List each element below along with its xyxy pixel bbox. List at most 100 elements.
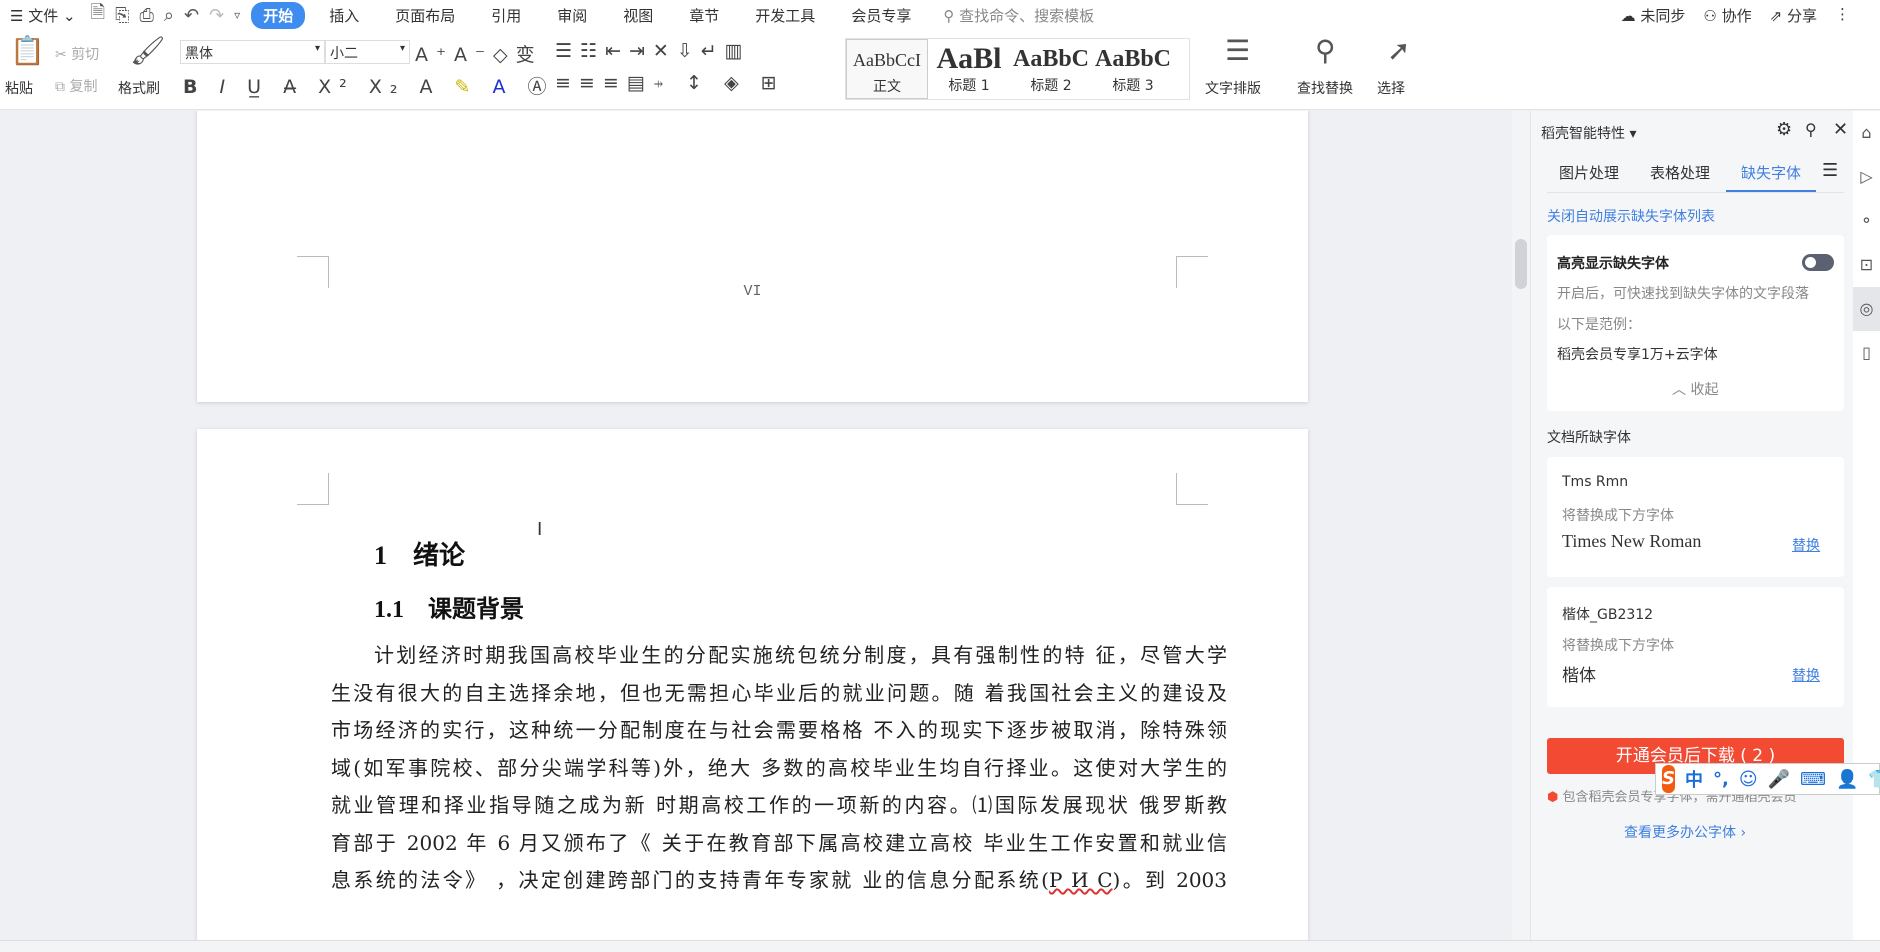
user-icon[interactable]: 👤	[1836, 769, 1858, 790]
undo-icon[interactable]: ↶	[184, 5, 199, 26]
tab-review[interactable]: 审阅	[545, 2, 599, 29]
style-heading-3[interactable]: AaBbC 标题 3	[1092, 39, 1174, 99]
ime-toolbar[interactable]: S 中 °, ☺ 🎤 ⌨ 👤 👕	[1655, 763, 1880, 795]
paste-icon[interactable]: 📋	[10, 34, 45, 67]
replace-button[interactable]: 替换	[1792, 665, 1820, 685]
tab-table[interactable]: 表格处理	[1650, 162, 1710, 183]
sogou-logo-icon: S	[1662, 765, 1675, 793]
print-icon[interactable]: ⎙	[139, 5, 153, 26]
replace-hint: 将替换成下方字体	[1562, 508, 1674, 524]
panel-title[interactable]: 稻壳智能特性 ▾	[1541, 123, 1636, 143]
text-layout-icon[interactable]: ☰	[1225, 34, 1250, 67]
sidebar-icon-5[interactable]: ◎	[1853, 287, 1880, 331]
sidebar-icon-1[interactable]: ⌂	[1853, 111, 1880, 155]
vertical-scrollbar[interactable]	[1512, 111, 1530, 940]
export-pdf-icon[interactable]: ⎘	[115, 5, 129, 26]
paste-button[interactable]: 粘贴	[5, 78, 33, 98]
save-icon[interactable]: 🗎	[91, 0, 105, 30]
ime-mode[interactable]: 中	[1685, 766, 1703, 792]
missing-font-card: 楷体_GB2312 将替换成下方字体 楷体 替换	[1547, 587, 1844, 707]
tab-developer[interactable]: 开发工具	[743, 2, 827, 29]
missing-font-name: Tms Rmn	[1562, 474, 1629, 490]
font-name-select[interactable]: 黑体 ▾	[180, 40, 325, 64]
highlight-description: 开启后，可快速找到缺失字体的文字段落	[1557, 286, 1809, 302]
text-line: 就业管理和择业指导随之成为新 时期高校工作的一项新的内容。⑴国际发展现状 俄罗斯…	[331, 793, 1227, 817]
file-menu[interactable]: ☰ 文件 ⌄	[10, 5, 76, 26]
style-heading-2[interactable]: AaBbC 标题 2	[1010, 39, 1092, 99]
share-button[interactable]: ⇗ 分享	[1770, 5, 1817, 26]
select-button[interactable]: 选择	[1377, 78, 1405, 98]
missing-font-name: 楷体_GB2312	[1562, 607, 1654, 623]
mic-icon[interactable]: 🎤	[1768, 769, 1790, 790]
highlight-toggle[interactable]	[1802, 254, 1834, 271]
tab-layout[interactable]: 页面布局	[383, 2, 467, 29]
collab-button[interactable]: ⚇ 协作	[1703, 5, 1751, 26]
format-painter-icon[interactable]: 🖌	[130, 34, 166, 67]
font-format-icons[interactable]: B I U̲ A̶ X² X₂ A ✎ A Ⓐ	[183, 72, 555, 99]
style-normal[interactable]: AaBbCcI 正文	[846, 39, 928, 99]
spell-error[interactable]: Р И С	[1049, 868, 1113, 892]
tab-missing-fonts[interactable]: 缺失字体	[1741, 162, 1801, 183]
cut-button[interactable]: ✂ 剪切	[55, 44, 99, 64]
scroll-thumb[interactable]	[1515, 239, 1527, 289]
sidebar-icon-4[interactable]: ⊡	[1853, 243, 1880, 287]
more-icon[interactable]: ⋮	[1835, 5, 1850, 26]
tab-references[interactable]: 引用	[479, 2, 533, 29]
tab-insert[interactable]: 插入	[317, 2, 371, 29]
highlight-card: 高亮显示缺失字体 开启后，可快速找到缺失字体的文字段落 以下是范例： 稻壳会员专…	[1547, 235, 1844, 411]
status-bar	[0, 940, 1880, 952]
text-line: 计划经济时期我国高校毕业生的分配实施统包统分制度，具有强制性的特 征，尽管大学	[374, 643, 1227, 667]
text-line: 域(如军事院校、部分尖端学科等)外，绝大 多数的高校毕业生均自行择业。这使对大学…	[331, 755, 1227, 780]
text-line: 生没有很大的自主选择余地，但也无需担心毕业后的就业问题。随 着我国社会主义的建设…	[331, 680, 1227, 705]
replace-button[interactable]: 替换	[1792, 535, 1820, 555]
text-line: 育部于 2002 年 6 月又颁布了《 关于在教育部下属高校建立高校 毕业生工作…	[331, 830, 1227, 855]
tab-image[interactable]: 图片处理	[1559, 162, 1619, 183]
select-icon[interactable]: ➚	[1387, 34, 1410, 67]
customize-icon[interactable]: ▿	[234, 8, 240, 22]
smart-features-panel: 稻壳智能特性 ▾ ⚙ ⚲ ✕ 图片处理 表格处理 缺失字体 ☰ 关闭自动展示缺失…	[1530, 111, 1853, 940]
margin-mark	[1176, 473, 1208, 505]
font-grow-shrink-clear-icons[interactable]: A⁺A⁻◇变	[415, 40, 543, 67]
ime-punctuation[interactable]: °,	[1713, 769, 1729, 790]
print-preview-icon[interactable]: ⌕	[164, 5, 174, 26]
command-search[interactable]: ⚲ 查找命令、搜索模板	[943, 5, 1094, 26]
sidebar-icon-2[interactable]: ▷	[1853, 155, 1880, 199]
copy-button[interactable]: ⧉ 复制	[55, 76, 97, 96]
close-icon[interactable]: ✕	[1833, 119, 1848, 140]
find-replace-icon[interactable]: ⚲	[1315, 34, 1336, 67]
collapse-button[interactable]: ︿ 收起	[1672, 379, 1718, 399]
tab-view[interactable]: 视图	[611, 2, 665, 29]
replace-hint: 将替换成下方字体	[1562, 638, 1674, 654]
redo-icon[interactable]: ↷	[209, 5, 224, 26]
menu-bar: ☰ 文件 ⌄ 🗎 ⎘ ⎙ ⌕ ↶ ↷ ▿ 开始 插入 页面布局 引用 审阅 视图…	[0, 0, 1880, 30]
keyboard-icon[interactable]: ⌨	[1800, 769, 1826, 790]
skin-icon[interactable]: 👕	[1868, 769, 1880, 790]
page-previous: VI	[197, 111, 1308, 402]
tab-home[interactable]: 开始	[251, 1, 306, 29]
replacement-font: Times New Roman	[1562, 531, 1702, 551]
close-auto-show-link[interactable]: 关闭自动展示缺失字体列表	[1547, 206, 1715, 226]
gear-icon[interactable]: ⚙	[1776, 119, 1792, 140]
font-size-select[interactable]: 小二 ▾	[325, 40, 410, 64]
example-text: 稻壳会员专享1万+云字体	[1557, 347, 1718, 363]
document-area[interactable]: VI 1 绪论 1.1 课题背景 计划经济时期我国高校毕业生的分配实施统包统分制…	[0, 111, 1512, 940]
emoji-icon[interactable]: ☺	[1739, 769, 1758, 790]
paragraph-list-icons[interactable]: ☰☷⇤⇥✕⇩↵▥	[555, 40, 751, 62]
sidebar-icon-3[interactable]: ⚬	[1853, 199, 1880, 243]
text-layout-button[interactable]: 文字排版	[1205, 78, 1261, 98]
alignment-icons[interactable]: ≡≡≡▤⍆ ↕ ◈ ⊞	[555, 72, 785, 94]
body-text: 计划经济时期我国高校毕业生的分配实施统包统分制度，具有强制性的特 征，尽管大学 …	[331, 637, 1227, 900]
heading-1: 1 绪论	[374, 541, 466, 570]
sidebar-icon-6[interactable]: ▯	[1853, 331, 1880, 375]
tab-member[interactable]: 会员专享	[839, 2, 923, 29]
tab-section[interactable]: 章节	[677, 2, 731, 29]
find-replace-button[interactable]: 查找替换	[1297, 78, 1353, 98]
sync-button[interactable]: ☁ 未同步	[1621, 5, 1686, 26]
missing-fonts-title: 文档所缺字体	[1547, 430, 1631, 446]
format-painter-button[interactable]: 格式刷	[118, 78, 160, 98]
menu-icon[interactable]: ☰	[1822, 160, 1838, 181]
more-fonts-link[interactable]: 查看更多办公字体 ›	[1624, 822, 1746, 842]
pin-icon[interactable]: ⚲	[1805, 120, 1817, 139]
style-heading-1[interactable]: AaBl 标题 1	[928, 39, 1010, 99]
highlight-title: 高亮显示缺失字体	[1557, 256, 1669, 272]
